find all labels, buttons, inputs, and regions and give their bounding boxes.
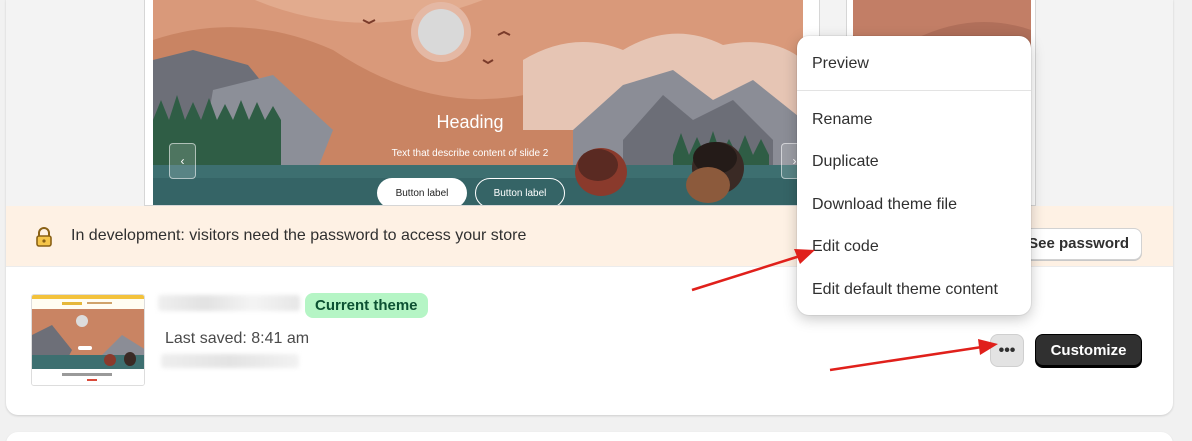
current-theme-badge: Current theme: [305, 293, 428, 318]
slideshow-illustration: [153, 0, 803, 205]
theme-name-redacted: [158, 295, 300, 311]
lock-icon: [36, 227, 52, 247]
theme-thumbnail[interactable]: [31, 294, 145, 386]
development-banner-text: In development: visitors need the passwo…: [71, 227, 527, 244]
desktop-preview-frame: Heading Text that describe content of sl…: [144, 0, 820, 206]
more-actions-button[interactable]: •••: [990, 334, 1024, 367]
slide-description: Text that describe content of slide 2: [391, 148, 549, 159]
see-password-button[interactable]: See password: [1013, 228, 1142, 260]
menu-item-download-theme-file[interactable]: Download theme file: [812, 195, 957, 215]
next-theme-card: [6, 432, 1173, 441]
slide-primary-button[interactable]: Button label: [377, 178, 467, 205]
menu-item-preview[interactable]: Preview: [812, 54, 869, 74]
theme-actions-menu: Preview Rename Duplicate Download theme …: [797, 36, 1031, 315]
customize-button[interactable]: Customize: [1035, 334, 1142, 368]
theme-version-redacted: [161, 354, 299, 368]
menu-divider: [797, 90, 1031, 91]
slide-prev-arrow-icon[interactable]: ‹: [169, 143, 196, 179]
menu-item-edit-default-theme-content[interactable]: Edit default theme content: [812, 280, 998, 300]
menu-item-edit-code[interactable]: Edit code: [812, 237, 879, 257]
slide-heading: Heading: [436, 112, 504, 132]
theme-thumbnail-image: [32, 295, 144, 385]
menu-item-rename[interactable]: Rename: [812, 110, 872, 130]
last-saved-text: Last saved: 8:41 am: [165, 330, 310, 347]
slide-secondary-button[interactable]: Button label: [475, 178, 565, 205]
menu-item-duplicate[interactable]: Duplicate: [812, 152, 879, 172]
